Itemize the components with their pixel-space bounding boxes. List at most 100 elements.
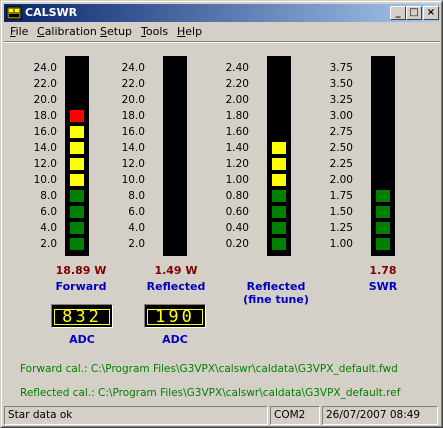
menu-file-rest: ile	[15, 25, 29, 38]
swr-reading: 1.78	[369, 264, 397, 277]
reflected-fine-scale-label: 1.80	[225, 110, 249, 122]
reflected-scale-label: 18.0	[121, 110, 145, 122]
swr-scale-label: 1.00	[329, 238, 353, 250]
forward-bar-segment	[70, 126, 84, 138]
forward-bar-segment	[70, 222, 84, 234]
reflected-fine-scale-label: 1.40	[225, 142, 249, 154]
reflected-scale-label: 16.0	[121, 126, 145, 138]
reflected-fine-bar-meter	[267, 56, 291, 256]
title-bar[interactable]: CALSWR _ □ ×	[4, 4, 440, 22]
swr-scale-label: 2.75	[329, 126, 353, 138]
status-port: COM2	[270, 406, 320, 425]
menu-calibration[interactable]: Calibration	[37, 25, 97, 39]
status-bar: Star data ok COM2 26/07/2007 08:49	[4, 406, 440, 425]
menu-setup-accel: S	[100, 25, 107, 38]
reflected-scale-label: 10.0	[121, 174, 145, 186]
forward-scale-label: 10.0	[33, 174, 57, 186]
swr-scale-label: 1.50	[329, 206, 353, 218]
swr-scale-label: 2.50	[329, 142, 353, 154]
reflected-fine-scale-label: 2.40	[225, 62, 249, 74]
swr-scale-label: 3.50	[329, 78, 353, 90]
forward-scale-label: 20.0	[33, 94, 57, 106]
reflected-bar-meter	[163, 56, 187, 256]
forward-bar-segment	[70, 110, 84, 122]
swr-scale-label: 1.75	[329, 190, 353, 202]
forward-bar-segment	[70, 158, 84, 170]
reflected-cal-path: Reflected cal.: C:\Program Files\G3VPX\c…	[20, 387, 401, 399]
forward-scale-label: 14.0	[33, 142, 57, 154]
app-icon	[6, 6, 22, 20]
reflected-scale-label: 24.0	[121, 62, 145, 74]
reflected-fine-bar-segment	[272, 174, 286, 186]
menu-separator	[4, 41, 440, 43]
reflected-scale-label: 20.0	[121, 94, 145, 106]
swr-bar-segment	[376, 222, 390, 234]
reflected-fine-scale-label: 2.00	[225, 94, 249, 106]
forward-scale-label: 4.0	[40, 222, 57, 234]
reflected-fine-meter-name: Reflected (fine tune)	[243, 280, 309, 306]
menu-tools-rest: ools	[145, 25, 169, 38]
swr-scale-label: 3.25	[329, 94, 353, 106]
forward-scale-label: 6.0	[40, 206, 57, 218]
menu-calibration-accel: C	[37, 25, 45, 38]
menu-help-rest: elp	[185, 25, 203, 38]
swr-bar-segment	[376, 206, 390, 218]
swr-scale-label: 3.00	[329, 110, 353, 122]
forward-adc-display: 832	[51, 304, 113, 328]
reflected-scale-label: 8.0	[128, 190, 145, 202]
reflected-scale-label: 22.0	[121, 78, 145, 90]
forward-reading: 18.89 W	[55, 264, 107, 277]
forward-scale-label: 24.0	[33, 62, 57, 74]
forward-scale-label: 16.0	[33, 126, 57, 138]
forward-bar-segment	[70, 174, 84, 186]
reflected-fine-scale-label: 0.80	[225, 190, 249, 202]
forward-scale-label: 12.0	[33, 158, 57, 170]
forward-bar-segment	[70, 238, 84, 250]
menu-file[interactable]: File	[10, 25, 28, 39]
forward-cal-path: Forward cal.: C:\Program Files\G3VPX\cal…	[20, 363, 398, 375]
reflected-fine-scale-label: 1.00	[225, 174, 249, 186]
window-title: CALSWR	[25, 6, 78, 19]
reflected-reading: 1.49 W	[154, 264, 198, 277]
swr-scale-label: 2.25	[329, 158, 353, 170]
reflected-fine-bar-segment	[272, 222, 286, 234]
reflected-scale-label: 6.0	[128, 206, 145, 218]
forward-scale-label: 18.0	[33, 110, 57, 122]
reflected-adc-label: ADC	[162, 333, 188, 346]
forward-adc-label: ADC	[69, 333, 95, 346]
reflected-fine-scale-label: 0.60	[225, 206, 249, 218]
forward-bar-meter	[65, 56, 89, 256]
menu-calibration-rest: alibration	[44, 25, 97, 38]
menu-setup[interactable]: Setup	[100, 25, 132, 39]
status-datetime: 26/07/2007 08:49	[322, 406, 438, 425]
forward-bar-segment	[70, 206, 84, 218]
forward-scale-label: 2.0	[40, 238, 57, 250]
maximize-button[interactable]: □	[406, 6, 422, 20]
swr-meter-name: SWR	[368, 280, 398, 293]
swr-scale-label: 3.75	[329, 62, 353, 74]
reflected-scale-label: 4.0	[128, 222, 145, 234]
forward-scale-label: 8.0	[40, 190, 57, 202]
reflected-fine-scale-label: 1.60	[225, 126, 249, 138]
minimize-button[interactable]: _	[390, 6, 406, 20]
reflected-fine-bar-segment	[272, 238, 286, 250]
reflected-fine-scale-label: 2.20	[225, 78, 249, 90]
forward-meter-name: Forward	[55, 280, 107, 293]
menu-help[interactable]: Help	[177, 25, 202, 39]
status-message: Star data ok	[4, 406, 268, 425]
reflected-adc-value: 190	[145, 307, 205, 327]
swr-scale-label: 1.25	[329, 222, 353, 234]
calswr-window: CALSWR _ □ × File Calibration Setup Tool…	[0, 0, 443, 428]
reflected-meter-name: Reflected	[146, 280, 206, 293]
forward-bar-segment	[70, 142, 84, 154]
menu-bar: File Calibration Setup Tools Help	[4, 23, 440, 41]
swr-scale-label: 2.00	[329, 174, 353, 186]
swr-bar-meter	[371, 56, 395, 256]
reflected-scale-label: 14.0	[121, 142, 145, 154]
close-button[interactable]: ×	[423, 6, 439, 20]
swr-bar-segment	[376, 190, 390, 202]
reflected-fine-scale-label: 0.20	[225, 238, 249, 250]
forward-adc-value: 832	[52, 307, 112, 327]
menu-tools[interactable]: Tools	[141, 25, 168, 39]
forward-scale-label: 22.0	[33, 78, 57, 90]
